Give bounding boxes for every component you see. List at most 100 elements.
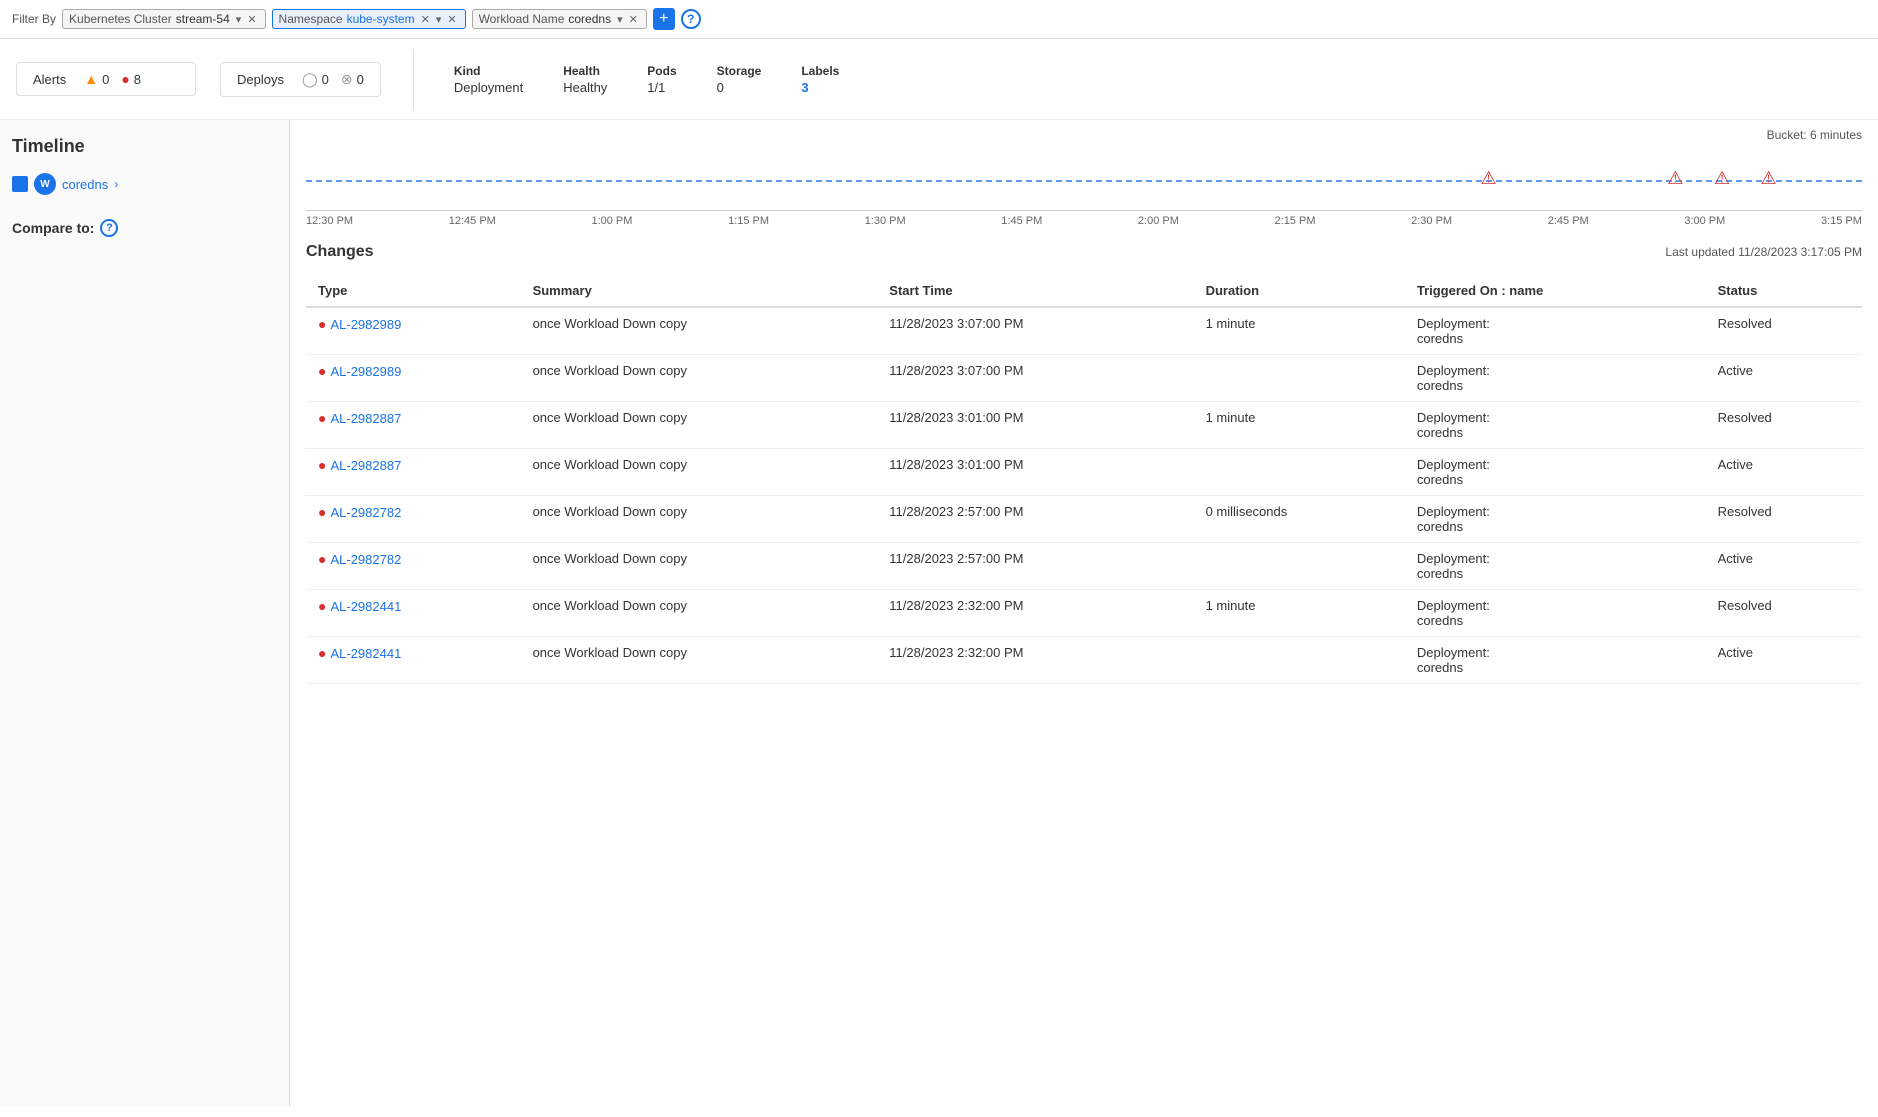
alert-link[interactable]: AL-2982887 bbox=[330, 458, 401, 473]
error-count: ● 8 bbox=[121, 71, 141, 87]
error-marker-2[interactable]: ⚠ bbox=[1667, 168, 1683, 189]
alert-link[interactable]: AL-2982782 bbox=[330, 552, 401, 567]
cell-status: Resolved bbox=[1706, 590, 1862, 637]
alert-link[interactable]: AL-2982989 bbox=[330, 317, 401, 332]
stat-storage: Storage 0 bbox=[717, 64, 762, 95]
changes-title: Changes bbox=[306, 243, 374, 261]
cell-start-time: 11/28/2023 3:07:00 PM bbox=[877, 307, 1193, 355]
kind-value: Deployment bbox=[454, 80, 523, 95]
cell-status: Active bbox=[1706, 355, 1862, 402]
filter-k8s-dropdown[interactable]: ▾ bbox=[234, 13, 244, 26]
filter-wl-dropdown[interactable]: ▾ bbox=[615, 13, 625, 26]
error-marker-3[interactable]: ⚠ bbox=[1714, 168, 1730, 189]
stat-health: Health Healthy bbox=[563, 64, 607, 95]
cell-summary: once Workload Down copy bbox=[521, 355, 878, 402]
cell-triggered-on: Deployment:coredns bbox=[1405, 402, 1706, 449]
cell-duration bbox=[1194, 449, 1405, 496]
filter-ns-label: Namespace bbox=[279, 12, 343, 26]
filter-ns-dropdown[interactable]: ▾ bbox=[434, 13, 444, 26]
deploy-circle-count: ◯ 0 bbox=[302, 71, 329, 88]
cell-status: Active bbox=[1706, 543, 1862, 590]
circle-x-icon: ⊗ bbox=[341, 71, 353, 88]
filter-by-label: Filter By bbox=[12, 12, 56, 26]
filter-k8s-label: Kubernetes Cluster bbox=[69, 12, 172, 26]
deploys-box: Deploys ◯ 0 ⊗ 0 bbox=[220, 62, 381, 97]
filter-k8s-remove[interactable]: ✕ bbox=[245, 13, 258, 26]
filter-ns-clear[interactable]: ✕ bbox=[419, 13, 432, 26]
alert-link[interactable]: AL-2982441 bbox=[330, 646, 401, 661]
cell-status: Active bbox=[1706, 637, 1862, 684]
add-filter-button[interactable]: + bbox=[653, 8, 675, 30]
col-start-time: Start Time bbox=[877, 275, 1193, 307]
cell-duration bbox=[1194, 543, 1405, 590]
error-marker-1[interactable]: ⚠ bbox=[1480, 168, 1496, 189]
cell-triggered-on: Deployment:coredns bbox=[1405, 543, 1706, 590]
col-type: Type bbox=[306, 275, 521, 307]
deploys-label: Deploys bbox=[237, 72, 284, 87]
cell-summary: once Workload Down copy bbox=[521, 637, 878, 684]
storage-value: 0 bbox=[717, 80, 762, 95]
type-cell-content: ● AL-2982782 bbox=[318, 504, 509, 520]
filter-chip-namespace: Namespace kube-system ✕ ▾ ✕ bbox=[272, 9, 466, 29]
changes-table-header-row: Type Summary Start Time Duration Trigger… bbox=[306, 275, 1862, 307]
error-dot-icon: ● bbox=[318, 316, 326, 332]
sidebar-workload-item[interactable]: W coredns › bbox=[12, 173, 277, 195]
error-marker-4[interactable]: ⚠ bbox=[1761, 168, 1777, 189]
col-summary: Summary bbox=[521, 275, 878, 307]
cell-type: ● AL-2982989 bbox=[306, 307, 521, 355]
labels-label: Labels bbox=[801, 64, 839, 78]
dashed-timeline-line bbox=[306, 180, 1862, 182]
alert-link[interactable]: AL-2982782 bbox=[330, 505, 401, 520]
error-dot-icon: ● bbox=[318, 363, 326, 379]
alert-link[interactable]: AL-2982887 bbox=[330, 411, 401, 426]
compare-label: Compare to: bbox=[12, 220, 94, 236]
cell-status: Resolved bbox=[1706, 402, 1862, 449]
changes-table: Type Summary Start Time Duration Trigger… bbox=[306, 275, 1862, 684]
cell-type: ● AL-2982441 bbox=[306, 590, 521, 637]
cell-summary: once Workload Down copy bbox=[521, 449, 878, 496]
error-value: 8 bbox=[134, 72, 141, 87]
alert-link[interactable]: AL-2982441 bbox=[330, 599, 401, 614]
deploy-counts: ◯ 0 ⊗ 0 bbox=[302, 71, 364, 88]
cell-status: Resolved bbox=[1706, 496, 1862, 543]
table-row: ● AL-2982887 once Workload Down copy11/2… bbox=[306, 449, 1862, 496]
cell-summary: once Workload Down copy bbox=[521, 402, 878, 449]
warning-count: ▲ 0 bbox=[84, 71, 109, 87]
deploy-x-count: ⊗ 0 bbox=[341, 71, 364, 88]
col-triggered-on: Triggered On : name bbox=[1405, 275, 1706, 307]
cell-start-time: 11/28/2023 3:07:00 PM bbox=[877, 355, 1193, 402]
error-dot-icon: ● bbox=[318, 504, 326, 520]
cell-summary: once Workload Down copy bbox=[521, 590, 878, 637]
cell-start-time: 11/28/2023 2:32:00 PM bbox=[877, 590, 1193, 637]
filter-ns-remove[interactable]: ✕ bbox=[445, 13, 458, 26]
cell-start-time: 11/28/2023 3:01:00 PM bbox=[877, 402, 1193, 449]
health-label: Health bbox=[563, 64, 607, 78]
error-dot-icon: ● bbox=[318, 457, 326, 473]
col-duration: Duration bbox=[1194, 275, 1405, 307]
alert-link[interactable]: AL-2982989 bbox=[330, 364, 401, 379]
filter-wl-remove[interactable]: ✕ bbox=[627, 13, 640, 26]
filter-chip-workload: Workload Name coredns ▾ ✕ bbox=[472, 9, 647, 29]
circle-icon: ◯ bbox=[302, 71, 318, 88]
cell-start-time: 11/28/2023 2:57:00 PM bbox=[877, 496, 1193, 543]
time-tick: 1:00 PM bbox=[591, 215, 632, 227]
cell-duration bbox=[1194, 355, 1405, 402]
filter-help-icon[interactable]: ? bbox=[681, 9, 701, 29]
time-tick: 2:45 PM bbox=[1548, 215, 1589, 227]
bucket-info: Bucket: 6 minutes bbox=[290, 120, 1878, 150]
type-cell-content: ● AL-2982989 bbox=[318, 363, 509, 379]
summary-divider bbox=[413, 49, 414, 109]
sidebar-item-name[interactable]: coredns bbox=[62, 177, 108, 192]
time-tick: 2:30 PM bbox=[1411, 215, 1452, 227]
cell-duration: 0 milliseconds bbox=[1194, 496, 1405, 543]
time-tick: 2:15 PM bbox=[1275, 215, 1316, 227]
time-tick: 12:45 PM bbox=[449, 215, 496, 227]
compare-help-icon[interactable]: ? bbox=[100, 219, 118, 237]
cell-duration: 1 minute bbox=[1194, 590, 1405, 637]
cell-duration: 1 minute bbox=[1194, 402, 1405, 449]
cell-type: ● AL-2982887 bbox=[306, 449, 521, 496]
alert-counts: ▲ 0 ● 8 bbox=[84, 71, 141, 87]
cell-type: ● AL-2982782 bbox=[306, 543, 521, 590]
chart-container: ⚠ ⚠ ⚠ ⚠ 12:30 PM12:45 PM1:00 PM1:15 PM1:… bbox=[290, 150, 1878, 235]
sidebar-chevron-icon: › bbox=[114, 177, 118, 191]
